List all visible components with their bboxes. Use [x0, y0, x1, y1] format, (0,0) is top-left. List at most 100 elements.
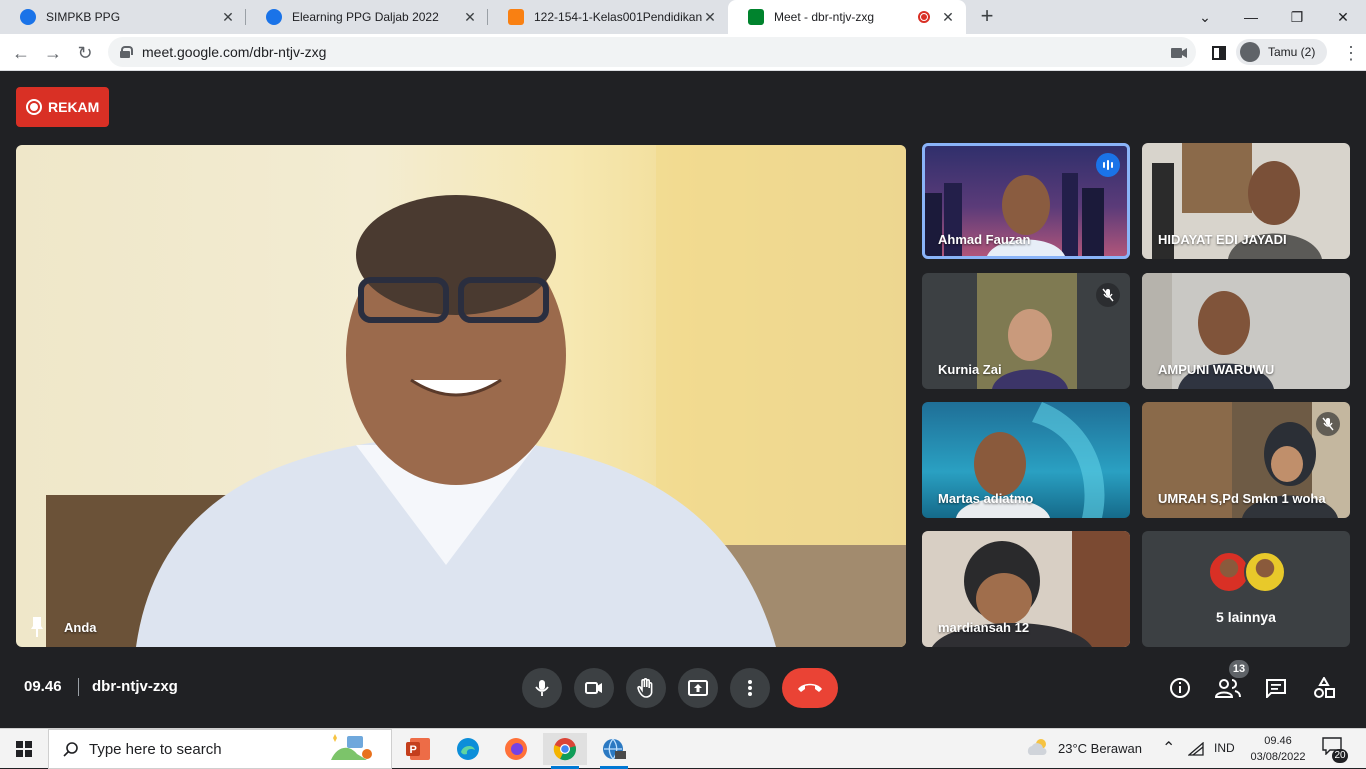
windows-icon [16, 741, 32, 757]
speaking-indicator-icon [1096, 153, 1120, 177]
search-placeholder: Type here to search [89, 740, 222, 758]
record-label: REKAM [48, 99, 100, 115]
participant-tile[interactable]: UMRAH S,Pd Smkn 1 woha [1142, 402, 1350, 518]
tab-moodle[interactable]: 122-154-1-Kelas001PendidikanPa ✕ [488, 0, 728, 34]
taskbar-clock[interactable]: 09.46 03/08/2022 [1250, 733, 1306, 765]
participant-name: AMPUNI WARUWU [1158, 362, 1275, 377]
wifi-icon[interactable] [1188, 742, 1204, 756]
tab-simpkb[interactable]: SIMPKB PPG ✕ [0, 0, 246, 34]
restore-button[interactable]: ❐ [1274, 0, 1320, 34]
taskbar-network-app[interactable] [592, 733, 636, 769]
participant-name: UMRAH S,Pd Smkn 1 woha [1158, 491, 1326, 506]
profile-button[interactable]: Tamu (2) [1236, 39, 1328, 65]
chat-button[interactable] [1262, 674, 1290, 702]
taskbar-search[interactable]: Type here to search [48, 729, 392, 769]
participants-button[interactable] [1214, 674, 1242, 702]
profile-label: Tamu (2) [1268, 45, 1316, 59]
raise-hand-button[interactable] [626, 668, 666, 708]
camera-icon [585, 682, 602, 694]
svg-text:P: P [410, 744, 417, 756]
pin-icon[interactable] [30, 617, 44, 637]
tab-meet[interactable]: Meet - dbr-ntjv-zxg ✕ [728, 0, 966, 34]
tab-elearning[interactable]: Elearning PPG Daljab 2022 ✕ [246, 0, 488, 34]
present-screen-button[interactable] [678, 668, 718, 708]
microphone-icon [535, 680, 549, 696]
participant-name: Kurnia Zai [938, 362, 1002, 377]
tab-title: 122-154-1-Kelas001PendidikanPa [534, 10, 702, 24]
more-options-button[interactable] [730, 668, 770, 708]
others-avatars [1208, 551, 1286, 593]
main-video-tile[interactable]: Anda [16, 145, 906, 647]
weather-cloudy-icon [1027, 739, 1047, 755]
taskbar-chrome[interactable] [543, 733, 587, 769]
meeting-time: 09.46 [24, 678, 62, 695]
activities-button[interactable] [1310, 674, 1338, 702]
back-icon[interactable]: ← [8, 40, 34, 66]
leave-call-button[interactable] [782, 668, 838, 708]
close-window-button[interactable]: ✕ [1320, 0, 1366, 34]
participant-tile[interactable]: Kurnia Zai [922, 273, 1130, 389]
moodle-icon [508, 9, 524, 25]
hang-up-icon [798, 683, 822, 692]
reload-icon[interactable]: ↻ [72, 40, 98, 66]
taskbar-powerpoint[interactable]: P [396, 733, 440, 765]
notification-center-button[interactable]: 20 [1322, 737, 1350, 763]
avatar [1240, 42, 1260, 62]
close-tab-icon[interactable]: ✕ [220, 9, 236, 26]
taskbar-firefox[interactable] [494, 733, 538, 765]
close-tab-icon[interactable]: ✕ [702, 9, 718, 26]
forward-icon[interactable]: → [40, 40, 66, 66]
present-icon [688, 680, 708, 696]
divider [78, 678, 79, 696]
meeting-info-button[interactable] [1166, 674, 1194, 702]
meet-control-bar: 09.46 dbr-ntjv-zxg [0, 660, 1366, 716]
globe-network-icon [603, 738, 626, 760]
menu-icon[interactable]: ⋮ [1338, 40, 1364, 66]
tab-search-icon[interactable]: ⌄ [1182, 0, 1228, 34]
people-icon [1215, 679, 1241, 698]
participant-count-badge: 13 [1229, 660, 1249, 678]
record-button[interactable]: REKAM [16, 87, 109, 127]
participant-tile[interactable]: Martas adiatmo [922, 402, 1130, 518]
start-button[interactable] [2, 733, 46, 765]
avatar [1244, 551, 1286, 593]
participant-tile[interactable]: AMPUNI WARUWU [1142, 273, 1350, 389]
language-indicator[interactable]: IND [1214, 741, 1235, 755]
participant-name: Martas adiatmo [938, 491, 1034, 506]
show-hidden-icons-icon[interactable]: ⌃ [1162, 738, 1175, 758]
hand-icon [637, 678, 653, 698]
camera-in-use-icon[interactable] [1166, 40, 1192, 66]
weather-text[interactable]: 23°C Berawan [1058, 741, 1142, 756]
close-tab-icon[interactable]: ✕ [462, 9, 478, 26]
mic-off-icon [1316, 412, 1340, 436]
others-tile[interactable]: 5 lainnya [1142, 531, 1350, 647]
chrome-icon [553, 738, 576, 761]
browser-toolbar: ← → ↻ meet.google.com/dbr-ntjv-zxg Tamu … [0, 34, 1366, 71]
powerpoint-icon: P [406, 738, 430, 760]
meeting-code: dbr-ntjv-zxg [92, 678, 178, 695]
chat-icon [1266, 679, 1286, 698]
globe-icon [266, 9, 282, 25]
participant-tile[interactable]: mardiansah 12 [922, 531, 1130, 647]
self-video-image [46, 145, 906, 647]
side-panel-icon[interactable] [1206, 40, 1232, 66]
windows-taskbar: Type here to search P 23°C Berawan ⌃ IND… [0, 728, 1366, 769]
tab-title: Elearning PPG Daljab 2022 [292, 10, 439, 24]
address-bar[interactable]: meet.google.com/dbr-ntjv-zxg [108, 37, 1196, 67]
more-vert-icon [748, 680, 752, 696]
close-tab-icon[interactable]: ✕ [940, 9, 956, 26]
main-tile-name: Anda [64, 620, 97, 635]
taskbar-edge[interactable] [446, 733, 490, 765]
participant-tile[interactable]: HIDAYAT EDI JAYADI [1142, 143, 1350, 259]
camera-button[interactable] [574, 668, 614, 708]
mic-off-icon [1096, 283, 1120, 307]
participant-name: mardiansah 12 [938, 620, 1030, 635]
tab-title: Meet - dbr-ntjv-zxg [774, 10, 875, 24]
search-icon [63, 742, 78, 757]
recording-indicator-icon [918, 11, 930, 23]
new-tab-button[interactable]: + [976, 5, 998, 28]
participant-tile[interactable]: Ahmad Fauzan [922, 143, 1130, 259]
minimize-button[interactable]: — [1228, 0, 1274, 34]
clock-date: 03/08/2022 [1250, 751, 1306, 763]
microphone-button[interactable] [522, 668, 562, 708]
